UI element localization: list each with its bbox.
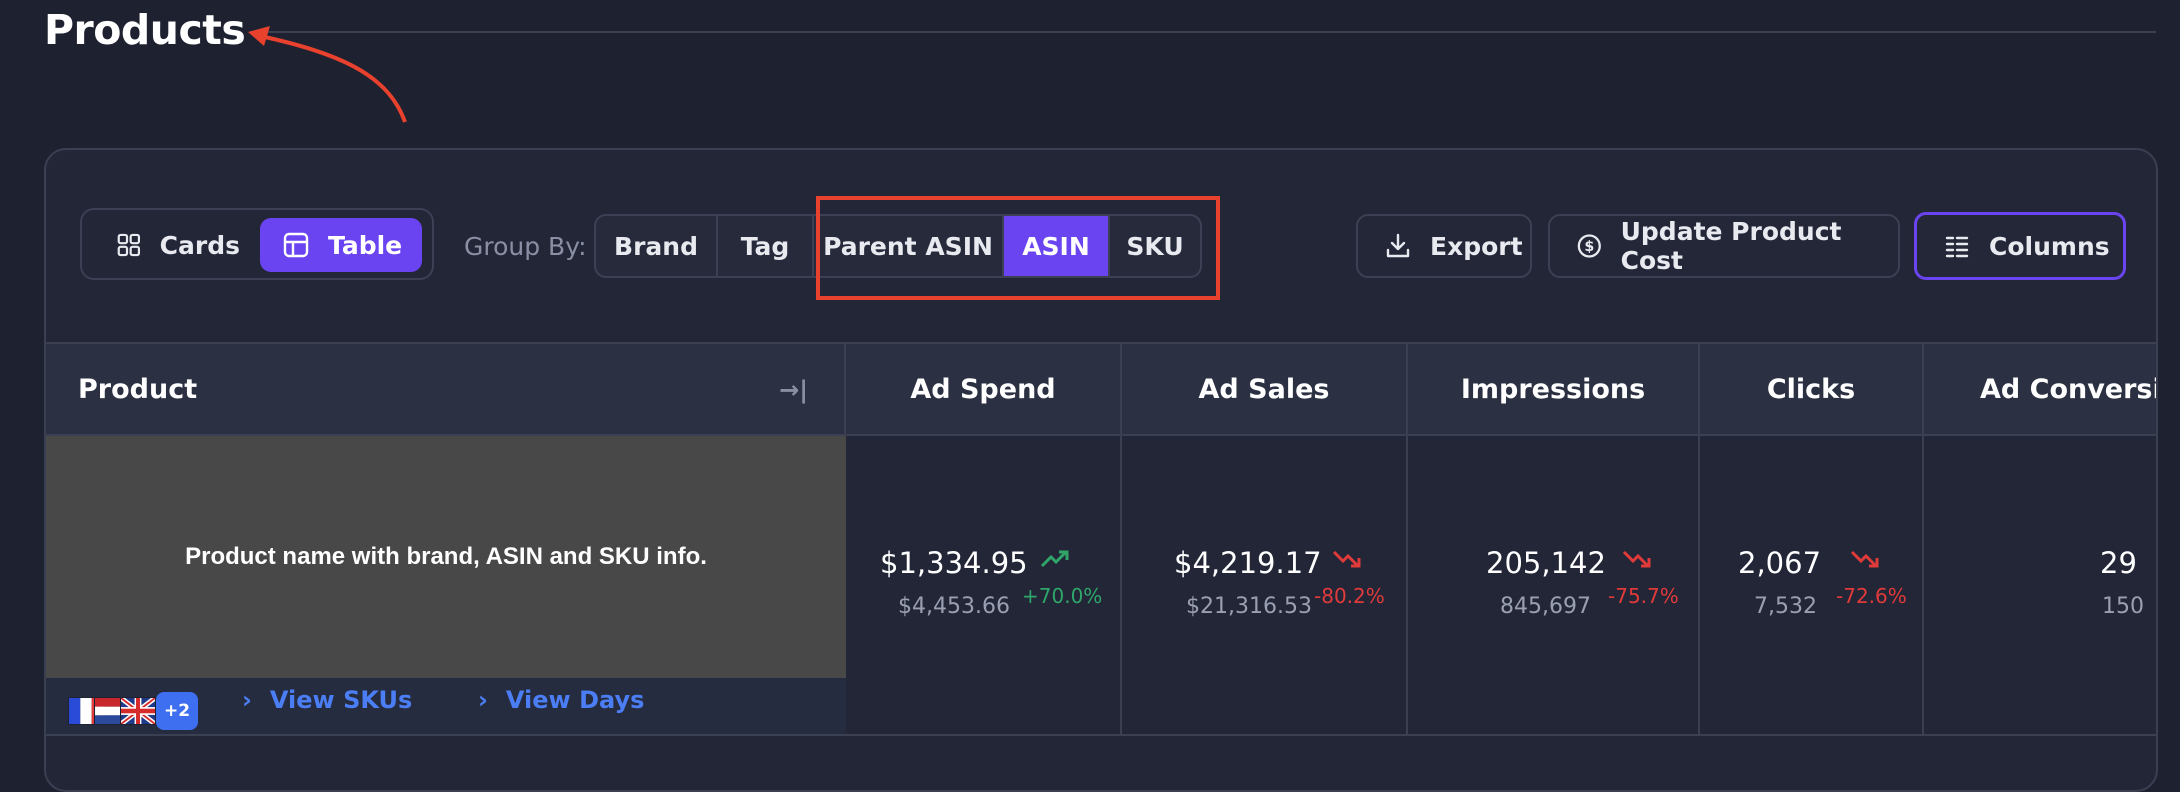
ad-sales-value: $4,219.17 <box>1174 546 1322 580</box>
ad-spend-change: +70.0% <box>1022 584 1103 608</box>
table-icon <box>283 232 309 258</box>
ad-conversion-value: 29 <box>2100 546 2137 580</box>
chevron-right-icon: › <box>242 686 252 714</box>
view-days-label: View Days <box>505 686 645 714</box>
collapse-column-icon[interactable]: →| <box>779 376 808 404</box>
column-header-ad-conversion[interactable]: Ad Conversi <box>1924 344 2156 434</box>
ad-conversion-previous: 150 <box>2102 594 2144 619</box>
view-days-link[interactable]: › View Days <box>478 686 644 714</box>
clicks-cell: 2,067 7,532 -72.6% <box>1700 434 1924 734</box>
svg-text:$: $ <box>1584 239 1594 255</box>
ad-sales-previous: $21,316.53 <box>1186 594 1312 619</box>
export-label: Export <box>1430 231 1523 261</box>
ad-spend-previous: $4,453.66 <box>898 594 1010 619</box>
trend-up-icon <box>1040 550 1069 568</box>
grid-icon <box>117 233 141 257</box>
impressions-cell: 205,142 845,697 -75.7% <box>1408 434 1700 734</box>
view-mode-toggle: Cards Table <box>80 208 434 280</box>
more-marketplaces-badge[interactable]: +2 <box>156 692 198 730</box>
columns-icon <box>1945 236 1969 258</box>
column-header-clicks[interactable]: Clicks <box>1700 344 1924 434</box>
update-product-cost-button[interactable]: $ Update Product Cost <box>1548 214 1900 278</box>
annotation-arrow-icon <box>248 26 407 123</box>
download-icon <box>1386 233 1410 258</box>
view-skus-label: View SKUs <box>269 686 413 714</box>
ad-sales-cell: $4,219.17 $21,316.53 -80.2% <box>1122 434 1408 734</box>
dollar-circle-icon: $ <box>1577 234 1601 258</box>
ad-sales-change: -80.2% <box>1314 584 1385 608</box>
clicks-change: -72.6% <box>1836 584 1907 608</box>
chevron-right-icon: › <box>478 686 488 714</box>
page-title: Products <box>44 6 246 54</box>
column-header-ad-spend[interactable]: Ad Spend <box>846 344 1122 434</box>
annotation-highlight-box <box>816 196 1220 300</box>
impressions-previous: 845,697 <box>1500 594 1591 619</box>
products-panel: Cards Table Group By: Brand Tag Parent A… <box>44 148 2158 792</box>
group-by-label: Group By: <box>464 232 587 261</box>
product-cell-footer: +2 › View SKUs › View Days <box>46 678 846 734</box>
product-cell: Product name with brand, ASIN and SKU in… <box>46 434 846 734</box>
uk-flag-icon <box>120 697 156 725</box>
ad-conversion-cell: 29 150 <box>1924 434 2156 734</box>
title-divider <box>250 31 2156 33</box>
table-view-label: Table <box>328 230 403 260</box>
marketplace-flags: +2 <box>68 692 198 730</box>
columns-label: Columns <box>1989 231 2110 261</box>
view-skus-link[interactable]: › View SKUs <box>242 686 412 714</box>
impressions-value: 205,142 <box>1486 546 1606 580</box>
trend-down-icon <box>1332 550 1361 568</box>
export-button[interactable]: Export <box>1356 214 1532 278</box>
table-row: Product name with brand, ASIN and SKU in… <box>46 434 2156 736</box>
product-header-label: Product <box>78 373 198 405</box>
impressions-change: -75.7% <box>1608 584 1679 608</box>
table-view-button[interactable]: Table <box>260 218 422 272</box>
clicks-value: 2,067 <box>1738 546 1822 580</box>
clicks-previous: 7,532 <box>1754 594 1817 619</box>
column-header-ad-sales[interactable]: Ad Sales <box>1122 344 1408 434</box>
trend-down-icon <box>1622 550 1651 568</box>
ad-spend-cell: $1,334.95 $4,453.66 +70.0% <box>846 434 1122 734</box>
column-header-product[interactable]: Product →| <box>46 344 846 434</box>
group-by-tag[interactable]: Tag <box>718 216 814 276</box>
trend-down-icon <box>1850 550 1879 568</box>
update-product-cost-label: Update Product Cost <box>1620 217 1842 275</box>
product-info-placeholder: Product name with brand, ASIN and SKU in… <box>46 436 846 678</box>
cards-view-label: Cards <box>159 230 240 260</box>
columns-button[interactable]: Columns <box>1914 212 2126 280</box>
group-by-brand[interactable]: Brand <box>596 216 718 276</box>
cards-view-button[interactable]: Cards <box>90 218 240 272</box>
ad-spend-value: $1,334.95 <box>880 546 1028 580</box>
table-header: Product →| Ad Spend Ad Sales Impressions… <box>46 342 2156 436</box>
column-header-impressions[interactable]: Impressions <box>1408 344 1700 434</box>
